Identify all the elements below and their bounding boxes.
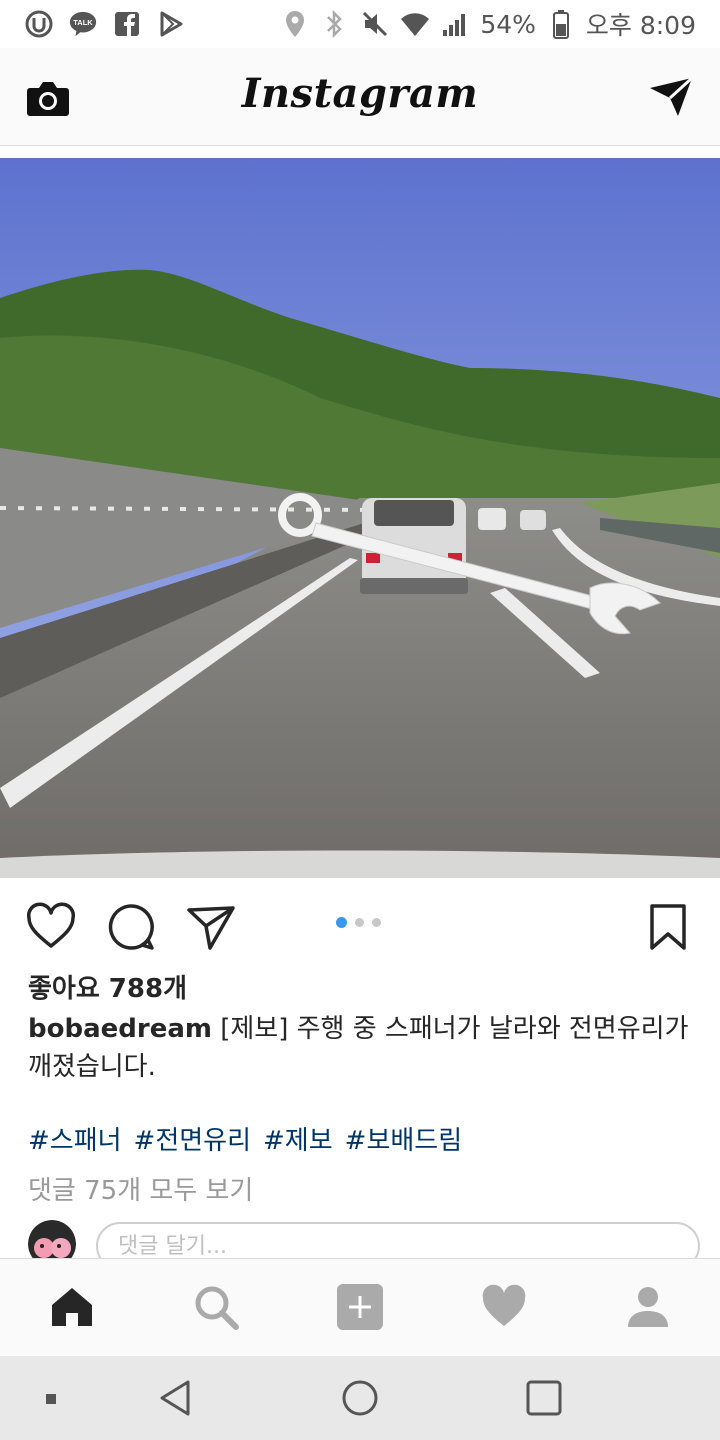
add-comment-row: [0, 1218, 720, 1260]
clock: 오후 8:09: [585, 11, 696, 40]
battery-icon: [546, 9, 576, 39]
bottom-tab-bar: [0, 1258, 720, 1356]
facebook-icon: [112, 9, 142, 39]
carousel-dot-active: [336, 917, 347, 928]
add-post-icon[interactable]: [336, 1283, 384, 1331]
u-plus-icon: [24, 9, 54, 39]
signal-icon: [440, 9, 470, 39]
bluetooth-icon: [320, 9, 350, 39]
comment-input[interactable]: [96, 1222, 700, 1260]
hashtag-list: #스패너 #전면유리 #제보 #보배드림: [28, 1120, 462, 1157]
mute-icon: [360, 9, 390, 39]
app-header: Instagram: [0, 48, 720, 146]
play-store-icon: [156, 9, 186, 39]
direct-message-icon[interactable]: [648, 74, 694, 120]
status-bar: TALK 54% 오후 8:09: [0, 0, 720, 48]
app-logo: Instagram: [241, 70, 479, 117]
carousel-indicator: [336, 917, 381, 928]
carousel-dot: [355, 918, 364, 927]
svg-text:TALK: TALK: [73, 18, 93, 27]
recent-dot-icon[interactable]: [32, 1378, 72, 1418]
battery-percent: 54%: [480, 9, 536, 39]
post-image[interactable]: [0, 158, 720, 878]
post-caption: bobaedream [제보] 주행 중 스패너가 날라와 전면유리가 깨졌습니…: [28, 1010, 698, 1086]
save-bookmark-icon[interactable]: [646, 902, 696, 952]
location-icon: [280, 9, 310, 39]
back-icon[interactable]: [156, 1378, 196, 1418]
activity-heart-icon[interactable]: [480, 1283, 528, 1331]
home-circle-icon[interactable]: [340, 1378, 380, 1418]
profile-icon[interactable]: [624, 1283, 672, 1331]
home-icon[interactable]: [48, 1283, 96, 1331]
carousel-dot: [372, 918, 381, 927]
like-heart-icon[interactable]: [26, 902, 76, 952]
hashtag-link[interactable]: #보배드림: [345, 1120, 462, 1157]
likes-count[interactable]: 좋아요 788개: [28, 968, 187, 1005]
avatar: [28, 1220, 76, 1260]
caption-username[interactable]: bobaedream: [28, 1014, 212, 1044]
hashtag-link[interactable]: #스패너: [28, 1120, 122, 1157]
hashtag-link[interactable]: #제보: [263, 1120, 333, 1157]
hashtag-link[interactable]: #전면유리: [134, 1120, 251, 1157]
wifi-icon: [400, 9, 430, 39]
share-icon[interactable]: [186, 902, 236, 952]
overview-square-icon[interactable]: [524, 1378, 564, 1418]
system-nav-bar: [0, 1356, 720, 1440]
view-all-comments-link[interactable]: 댓글 75개 모두 보기: [28, 1170, 253, 1207]
kakaotalk-icon: TALK: [68, 9, 98, 39]
search-icon[interactable]: [192, 1283, 240, 1331]
comment-bubble-icon[interactable]: [106, 902, 156, 952]
